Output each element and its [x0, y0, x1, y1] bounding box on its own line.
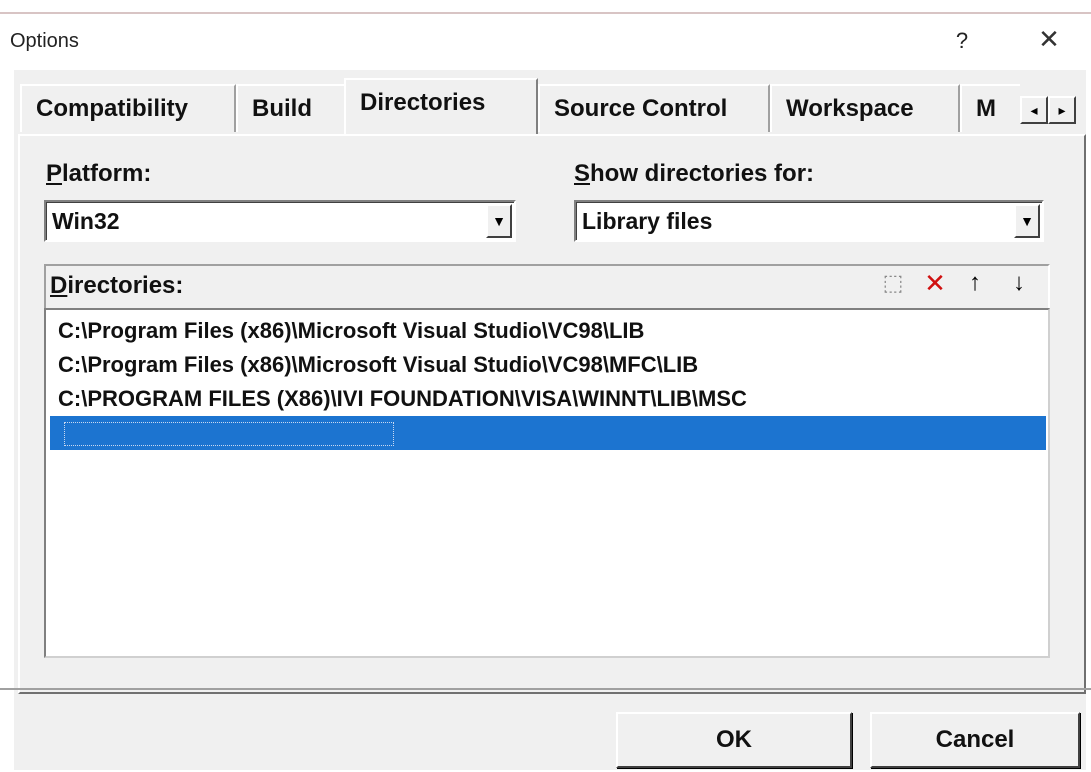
- tab-strip: Compatibility Build Directories Source C…: [20, 78, 1020, 134]
- directories-label: Directories:: [50, 272, 184, 299]
- chevron-down-icon[interactable]: ▼: [486, 204, 512, 238]
- show-directories-select[interactable]: Library files ▼: [574, 200, 1044, 242]
- cancel-button[interactable]: Cancel: [870, 712, 1080, 768]
- tab-more[interactable]: M: [960, 84, 1020, 132]
- platform-select[interactable]: Win32 ▼: [44, 200, 516, 242]
- tab-scroll-left-icon[interactable]: ◂: [1020, 96, 1048, 124]
- move-up-icon[interactable]: ↑: [960, 268, 990, 298]
- divider: [0, 688, 1091, 690]
- list-item[interactable]: C:\PROGRAM FILES (X86)\IVI FOUNDATION\VI…: [50, 382, 1046, 416]
- move-down-icon[interactable]: ↓: [1004, 268, 1034, 298]
- tab-workspace[interactable]: Workspace: [770, 84, 960, 132]
- show-directories-label: Show directories for:: [574, 160, 815, 187]
- platform-value: Win32: [52, 208, 120, 234]
- platform-label: Platform:: [46, 160, 152, 187]
- window-title: Options: [10, 30, 79, 52]
- close-icon[interactable]: ✕: [1036, 26, 1062, 52]
- tab-compatibility[interactable]: Compatibility: [20, 84, 236, 132]
- list-item[interactable]: C:\Program Files (x86)\Microsoft Visual …: [50, 314, 1046, 348]
- list-item[interactable]: C:\Program Files (x86)\Microsoft Visual …: [50, 348, 1046, 382]
- tab-source-control[interactable]: Source Control: [538, 84, 770, 132]
- tab-build[interactable]: Build: [236, 84, 346, 132]
- chevron-down-icon[interactable]: ▼: [1014, 204, 1040, 238]
- title-bar-top-border: [0, 12, 1091, 14]
- show-directories-value: Library files: [582, 208, 713, 234]
- ok-button[interactable]: OK: [616, 712, 852, 768]
- directories-list[interactable]: C:\Program Files (x86)\Microsoft Visual …: [44, 308, 1050, 658]
- list-item-selected[interactable]: [50, 416, 1046, 450]
- tab-scroll-buttons: ◂ ▸: [1020, 96, 1076, 124]
- help-button[interactable]: ?: [950, 28, 974, 53]
- new-folder-icon[interactable]: ⬚: [878, 268, 908, 298]
- directory-edit-field[interactable]: [64, 422, 394, 446]
- tab-directories[interactable]: Directories: [344, 78, 538, 134]
- tab-scroll-right-icon[interactable]: ▸: [1048, 96, 1076, 124]
- delete-icon[interactable]: ✕: [920, 268, 950, 298]
